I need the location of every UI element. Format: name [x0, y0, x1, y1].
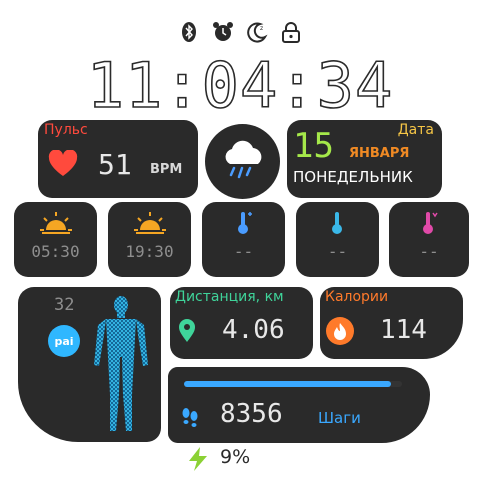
pai-panel[interactable]: 32 pai [18, 287, 161, 442]
temp-value: -- [327, 242, 348, 261]
date-day: 15 [293, 126, 334, 166]
rain-cloud-icon [218, 140, 268, 188]
weather-button[interactable] [205, 124, 280, 199]
heart-rate-label: Пульс [44, 122, 88, 138]
temp-max-tile[interactable]: -- [202, 202, 285, 277]
distance-value: 4.06 [222, 315, 285, 345]
date-month: ЯНВАРЯ [349, 146, 410, 161]
heart-icon [48, 149, 78, 182]
pai-value: 32 [54, 295, 75, 315]
sunrise-value: 05:30 [31, 242, 80, 261]
steps-progress-fill [184, 381, 392, 387]
distance-label: Дистанция, км [175, 289, 284, 305]
flame-icon [326, 317, 354, 345]
body-figure-icon [90, 295, 152, 439]
temp-min-tile[interactable]: -- [389, 202, 469, 277]
svg-text:z: z [260, 25, 263, 32]
calories-label: Калории [325, 289, 389, 305]
calories-panel[interactable]: Калории 114 [320, 287, 463, 359]
bluetooth-icon [177, 20, 201, 44]
calories-value: 114 [380, 315, 427, 345]
clock-time: 11:04:34 [86, 49, 394, 122]
steps-value: 8356 [220, 399, 283, 429]
steps-panel[interactable]: 8356 Шаги [168, 367, 430, 443]
sunset-icon [132, 210, 168, 240]
status-bar: z [0, 20, 480, 46]
location-pin-icon [178, 319, 196, 347]
sunrise-icon [38, 210, 74, 240]
heart-rate-unit: BPM [150, 162, 183, 177]
battery-value: 9% [220, 446, 251, 468]
heart-rate-panel[interactable]: Пульс 51 BPM [38, 120, 198, 198]
footsteps-icon [178, 405, 202, 433]
date-weekday: ПОНЕДЕЛЬНИК [293, 168, 413, 186]
thermometer-max-icon [234, 210, 254, 240]
sunset-value: 19:30 [125, 242, 174, 261]
thermometer-icon [328, 210, 348, 240]
pai-badge: pai [48, 325, 80, 357]
lock-icon [279, 20, 303, 44]
distance-panel[interactable]: Дистанция, км 4.06 [170, 287, 313, 359]
moon-icon: z [245, 20, 269, 44]
temp-tile[interactable]: -- [296, 202, 379, 277]
thermometer-min-icon [419, 210, 439, 240]
date-panel[interactable]: Дата 15 ЯНВАРЯ ПОНЕДЕЛЬНИК [287, 120, 442, 198]
heart-rate-value: 51 [98, 148, 132, 181]
date-label: Дата [397, 122, 434, 138]
steps-label: Шаги [318, 409, 361, 427]
steps-progress-track [184, 381, 402, 387]
temp-min-value: -- [419, 242, 439, 261]
sunrise-tile[interactable]: 05:30 [14, 202, 97, 277]
lightning-icon [186, 446, 210, 476]
temp-max-value: -- [233, 242, 254, 261]
sunset-tile[interactable]: 19:30 [108, 202, 191, 277]
alarm-icon [211, 20, 235, 44]
